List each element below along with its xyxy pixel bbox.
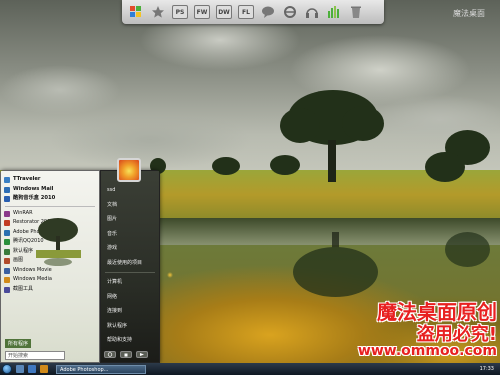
chat-bubble-icon[interactable] [260,4,276,20]
lock-button[interactable] [120,351,132,358]
program-item[interactable]: TTraveler [1,175,99,185]
start-menu: TTraveler Windows Mail 酷狗音乐盒 2010 WinRAR… [0,170,160,363]
program-icon [4,258,10,264]
program-icon [4,277,10,283]
link-computer[interactable]: 计算机 [101,275,159,290]
program-icon [4,239,10,245]
star-icon[interactable] [150,4,166,20]
link-connect-to[interactable]: 连接到 [101,304,159,319]
taskbar: Adobe Photoshop... 17:33 [0,363,500,375]
show-desktop-icon[interactable] [16,365,24,373]
program-icon [4,210,10,217]
link-help[interactable]: 帮助和支持 [101,333,159,348]
media-quicklaunch-icon[interactable] [40,365,48,373]
arrow-button[interactable] [136,351,148,358]
internet-explorer-icon[interactable] [282,4,298,20]
link-documents[interactable]: 文档 [101,198,159,213]
taskbar-clock: 17:33 [479,366,494,372]
start-menu-programs-pane: TTraveler Windows Mail 酷狗音乐盒 2010 WinRAR… [0,170,100,363]
reflected-right-tree [440,232,495,272]
windows-logo-icon[interactable] [128,4,144,20]
small-tree-1 [212,157,242,177]
all-programs-button[interactable]: 所有程序 [5,339,32,348]
program-icon [4,196,10,202]
program-item[interactable]: 截图工具 [1,285,99,295]
program-icon [4,267,10,274]
fireworks-icon[interactable]: FW [194,5,210,19]
top-watermark-text: 魔法桌面 [453,9,485,18]
program-item[interactable]: Windows Media [1,275,99,285]
watermark-url: www.ommoo.com [357,343,497,359]
menu-separator [105,272,155,273]
top-dock: PS FW DW FL [122,0,384,24]
program-icon [4,186,10,193]
link-pictures[interactable]: 图片 [101,212,159,227]
start-menu-links-pane: ssd 文档 图片 音乐 游戏 最近使用的项目 计算机 网络 连接到 默认程序 … [100,170,160,363]
power-button[interactable] [104,351,116,358]
photoshop-icon[interactable]: PS [172,5,188,19]
dreamweaver-icon[interactable]: DW [216,5,232,19]
program-item[interactable]: 酷狗音乐盒 2010 [1,194,99,204]
link-music[interactable]: 音乐 [101,227,159,242]
menu-separator [5,205,95,207]
reflected-tree [288,232,383,302]
program-icon [4,229,10,236]
link-network[interactable]: 网络 [101,290,159,305]
power-controls [104,351,148,358]
small-tree-2 [270,155,302,177]
link-games[interactable]: 游戏 [101,241,159,256]
link-user[interactable]: ssd [101,183,159,198]
equalizer-icon[interactable] [326,4,342,20]
start-search-input[interactable]: 开始搜索 [5,351,65,360]
preview-tree-image [36,218,81,266]
program-icon [4,286,10,293]
flash-icon[interactable]: FL [238,5,254,19]
program-item[interactable]: Windows Mail [1,185,99,195]
program-item[interactable]: Windows Movie [1,266,99,276]
right-tree [425,130,495,185]
taskbar-task-photoshop[interactable]: Adobe Photoshop... [56,364,146,374]
headphones-icon[interactable] [304,4,320,20]
program-icon [4,248,10,255]
start-orb-button[interactable] [2,364,12,374]
program-icon [4,177,10,183]
ie-quicklaunch-icon[interactable] [28,365,36,373]
link-recent-items[interactable]: 最近使用的项目 [101,256,159,271]
user-avatar[interactable] [117,158,141,182]
recycle-bin-icon[interactable] [348,4,364,20]
program-icon [4,220,10,226]
link-default-programs[interactable]: 默认程序 [101,319,159,334]
